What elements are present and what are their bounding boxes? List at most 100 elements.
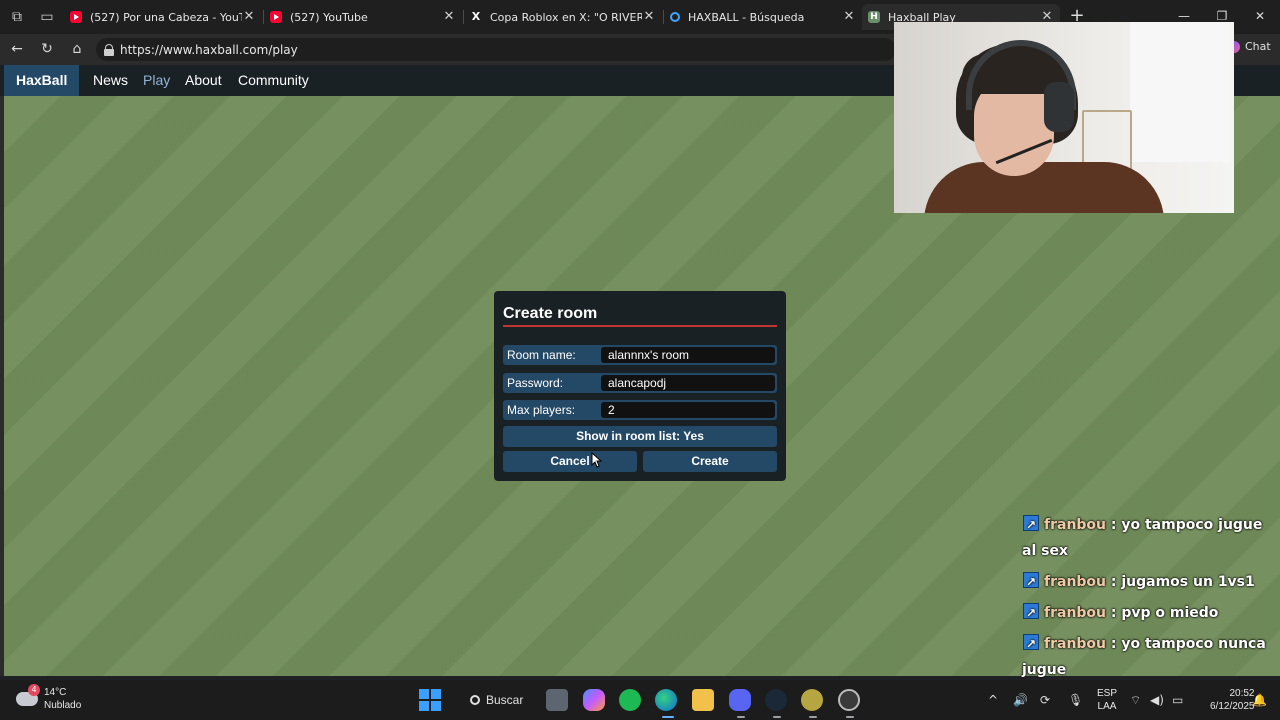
title-divider <box>503 325 777 327</box>
weather-temp: 14°C <box>44 687 67 698</box>
microphone-icon[interactable]: 🎙 <box>1068 692 1083 708</box>
chat-badge-icon <box>1023 569 1039 595</box>
search-icon <box>470 695 480 705</box>
max-players-label: Max players: <box>507 403 576 417</box>
running-app-indicator <box>809 716 817 718</box>
close-icon[interactable]: ✕ <box>442 10 456 24</box>
chat-badge-icon <box>1023 631 1039 657</box>
webcam-rack <box>1082 110 1132 170</box>
battery-icon[interactable]: ▭ <box>1172 692 1183 708</box>
webcam-door <box>1130 22 1230 162</box>
stream-chat-overlay: franbou : yo tampoco jugue al sex franbo… <box>1022 512 1280 688</box>
url-field[interactable]: https://www.haxball.com/play <box>96 38 896 61</box>
max-players-input[interactable] <box>601 402 775 418</box>
chat-username: franbou <box>1044 636 1107 652</box>
webcam-person-body <box>924 162 1164 213</box>
chat-username: franbou <box>1044 517 1107 533</box>
chat-text: : pvp o miedo <box>1106 605 1219 621</box>
steam-icon[interactable] <box>765 689 787 711</box>
url-text: https://www.haxball.com/play <box>120 42 298 57</box>
windows-taskbar: 4 14°C Nublado Buscar ^ 🔊 ⟳ 🎙 ESP LAA ⌔ … <box>0 680 1280 720</box>
windows-start-icon[interactable] <box>419 689 441 711</box>
room-name-input[interactable] <box>601 347 775 363</box>
tab-title: (527) Por una Cabeza - YouTube <box>90 10 242 24</box>
x-icon: X <box>471 10 481 23</box>
system-clock[interactable]: 20:52 6/12/2025 <box>1210 687 1255 713</box>
nav-play[interactable]: Play <box>143 65 170 96</box>
cloud-icon: 4 <box>16 684 40 706</box>
sync-icon[interactable]: ⟳ <box>1040 692 1050 708</box>
mouse-cursor-icon <box>591 452 603 468</box>
tab-youtube-por-una-cabeza[interactable]: (527) Por una Cabeza - YouTube ✕ <box>64 4 262 30</box>
spotify-icon[interactable] <box>619 689 641 711</box>
haxball-icon: H <box>868 11 880 23</box>
chat-message: franbou : yo tampoco nunca jugue <box>1022 631 1280 683</box>
input-language[interactable]: ESP LAA <box>1097 687 1117 713</box>
back-icon[interactable]: ← <box>9 41 25 57</box>
password-input[interactable] <box>601 375 775 391</box>
running-app-indicator <box>773 716 781 718</box>
nav-community[interactable]: Community <box>238 65 309 96</box>
nav-about[interactable]: About <box>185 65 222 96</box>
chat-username: franbou <box>1044 574 1107 590</box>
nav-news[interactable]: News <box>93 65 128 96</box>
window-close-icon[interactable]: ✕ <box>1252 8 1268 24</box>
webcam-overlay <box>894 22 1234 213</box>
running-app-indicator <box>846 716 854 718</box>
close-icon[interactable]: ✕ <box>242 10 256 24</box>
lang-top: ESP <box>1097 688 1118 699</box>
lang-bottom: LAA <box>1097 701 1117 712</box>
app-icon[interactable] <box>801 689 823 711</box>
taskbar-search[interactable]: Buscar <box>456 687 546 713</box>
edge-icon[interactable] <box>655 689 677 711</box>
chat-message: franbou : pvp o miedo <box>1022 600 1280 626</box>
refresh-icon[interactable]: ↻ <box>39 41 55 57</box>
tray-overflow-icon[interactable]: ^ <box>988 692 998 708</box>
password-row: Password: <box>503 373 777 393</box>
discord-icon[interactable] <box>729 689 751 711</box>
speaker-icon[interactable]: 🔊 <box>1013 692 1028 708</box>
chat-badge-icon <box>1023 600 1039 626</box>
lock-icon <box>104 43 114 56</box>
show-in-room-list-toggle[interactable]: Show in room list: Yes <box>503 426 777 447</box>
chat-username: franbou <box>1044 605 1107 621</box>
chat-message: franbou : jugamos un 1vs1 <box>1022 569 1280 595</box>
search-label: Buscar <box>486 693 524 707</box>
haxball-logo[interactable]: HaxBall <box>4 65 80 96</box>
tab-title: Copa Roblox en X: "O RIVER PLATE <box>490 10 642 24</box>
volume-icon[interactable]: ◀) <box>1150 692 1164 708</box>
tab-youtube[interactable]: (527) YouTube ✕ <box>264 4 462 30</box>
notifications-icon[interactable]: 🔔 <box>1252 692 1267 708</box>
clock-date: 6/12/2025 <box>1210 701 1255 712</box>
headset-earcup <box>1044 82 1074 132</box>
workspaces-icon[interactable]: ⧉ <box>8 8 26 26</box>
chat-message: franbou : yo tampoco jugue al sex <box>1022 512 1280 564</box>
obs-icon[interactable] <box>838 689 860 711</box>
tab-haxball-busqueda[interactable]: HAXBALL - Búsqueda ✕ <box>664 4 862 30</box>
wifi-icon[interactable]: ⌔ <box>1130 692 1141 708</box>
chat-text: : jugamos un 1vs1 <box>1106 574 1255 590</box>
cancel-button[interactable]: Cancel <box>503 451 637 472</box>
weather-widget[interactable]: 4 14°C Nublado <box>16 684 81 712</box>
create-button[interactable]: Create <box>643 451 777 472</box>
copilot-chat-button[interactable]: Chat <box>1228 40 1271 53</box>
close-icon[interactable]: ✕ <box>842 10 856 24</box>
max-players-row: Max players: <box>503 400 777 420</box>
tab-title: HAXBALL - Búsqueda <box>688 10 805 24</box>
youtube-icon <box>270 11 282 23</box>
active-app-indicator <box>662 716 674 718</box>
home-icon[interactable]: ⌂ <box>69 41 85 57</box>
file-explorer-icon[interactable] <box>692 689 714 711</box>
tab-title: (527) YouTube <box>290 10 368 24</box>
password-label: Password: <box>507 376 564 390</box>
create-room-dialog: Create room Room name: Password: Max pla… <box>494 291 786 481</box>
search-icon <box>670 12 680 22</box>
copilot-app-icon[interactable] <box>583 689 605 711</box>
weather-alert-badge: 4 <box>28 684 40 696</box>
tab-copa-roblox[interactable]: X Copa Roblox en X: "O RIVER PLATE ✕ <box>464 4 662 30</box>
youtube-icon <box>70 11 82 23</box>
close-icon[interactable]: ✕ <box>642 10 656 24</box>
room-name-label: Room name: <box>507 348 576 362</box>
tab-actions-icon[interactable]: ▭ <box>38 8 56 26</box>
task-view-icon[interactable] <box>546 689 568 711</box>
